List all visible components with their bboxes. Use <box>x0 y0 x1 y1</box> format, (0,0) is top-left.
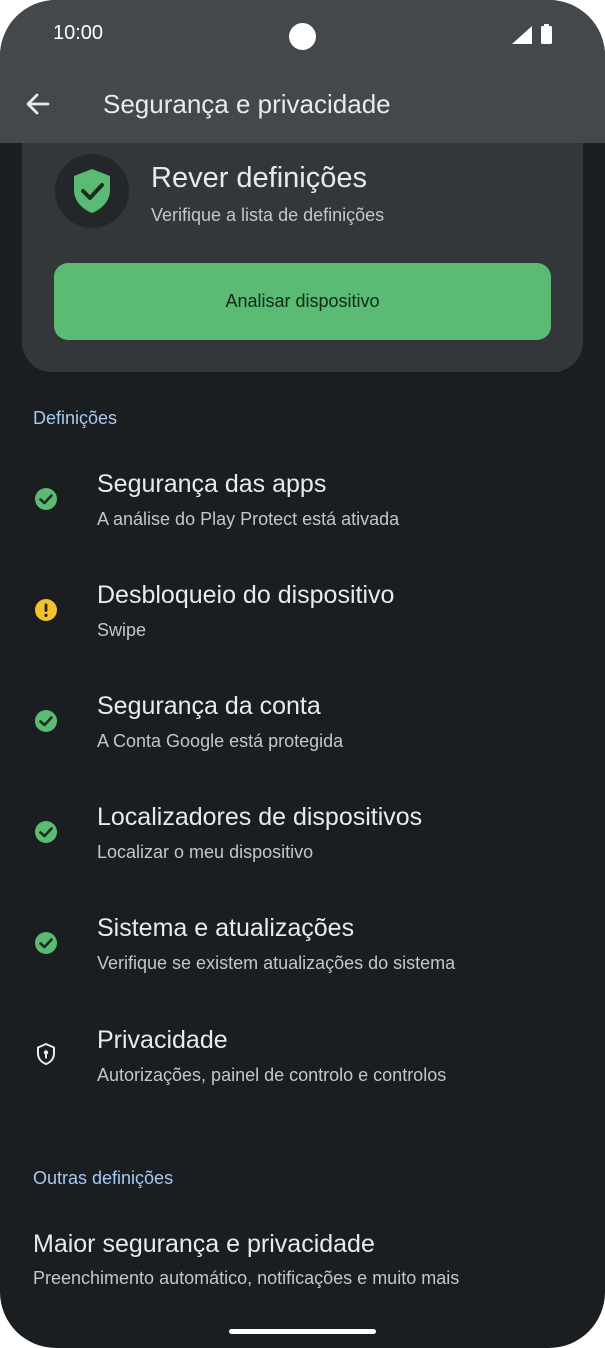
section-header-settings: Definições <box>33 408 118 428</box>
shield-lock-icon <box>37 1043 55 1065</box>
alert-circle-icon <box>35 599 57 621</box>
camera-cutout <box>289 23 316 50</box>
scan-device-button[interactable]: Analisar dispositivo <box>54 263 551 340</box>
check-circle-icon <box>35 932 57 954</box>
settings-item-title: Segurança das apps <box>97 470 327 498</box>
settings-item-subtitle: Preenchimento automático, notificações e… <box>33 1268 460 1288</box>
check-circle-icon <box>35 710 57 732</box>
settings-item-title: Localizadores de dispositivos <box>97 803 423 831</box>
settings-item-subtitle: Localizar o meu dispositivo <box>97 842 314 862</box>
check-circle-icon <box>35 488 57 510</box>
settings-item-title: Privacidade <box>97 1026 228 1054</box>
arrow-left-icon[interactable] <box>24 90 52 118</box>
summary-card-icon-container <box>55 154 129 228</box>
status-time: 10:00 <box>53 22 104 44</box>
settings-item-subtitle: A análise do Play Protect está ativada <box>97 509 400 529</box>
shield-check-icon <box>74 169 110 213</box>
settings-item-title: Maior segurança e privacidade <box>33 1230 375 1258</box>
check-circle-icon <box>35 821 57 843</box>
page-title: Segurança e privacidade <box>103 89 391 119</box>
phone-screen: 10:00 Segurança e privacidade Rever defi… <box>0 0 605 1348</box>
settings-item-subtitle: Verifique se existem atualizações do sis… <box>97 953 456 973</box>
settings-item-title: Segurança da conta <box>97 692 321 720</box>
settings-item-title: Sistema e atualizações <box>97 914 355 942</box>
gesture-navigation-handle[interactable] <box>229 1329 376 1334</box>
summary-card-title: Rever definições <box>151 162 367 194</box>
settings-item-subtitle: Autorizações, painel de controlo e contr… <box>97 1065 447 1085</box>
settings-item-title: Desbloqueio do dispositivo <box>97 581 395 609</box>
app-bar: 10:00 Segurança e privacidade <box>0 0 605 143</box>
signal-icon <box>512 26 532 44</box>
section-header-other-settings: Outras definições <box>33 1168 174 1188</box>
summary-card-subtitle: Verifique a lista de definições <box>151 205 385 225</box>
settings-item-subtitle: A Conta Google está protegida <box>97 731 344 751</box>
settings-item-subtitle: Swipe <box>97 620 147 640</box>
battery-icon <box>541 24 552 44</box>
